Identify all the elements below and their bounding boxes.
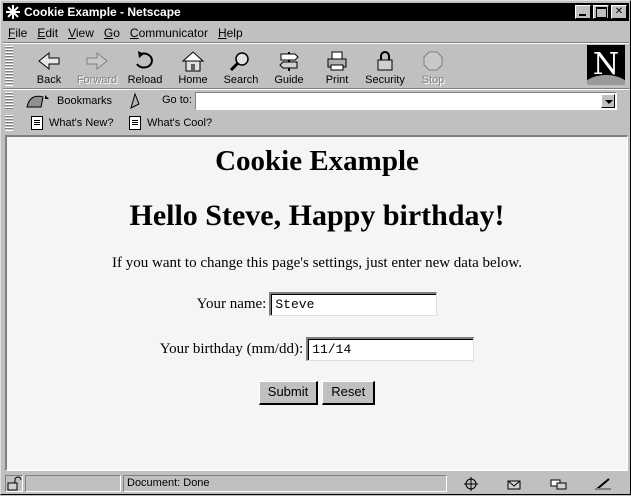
- guide-signpost-icon: [277, 50, 301, 72]
- print-button[interactable]: Print: [313, 46, 361, 86]
- menu-file[interactable]: File: [3, 26, 32, 40]
- reset-button[interactable]: Reset: [322, 381, 376, 405]
- menu-view[interactable]: View: [63, 26, 99, 40]
- search-icon: [229, 50, 253, 72]
- netscape-app-icon[interactable]: [5, 4, 21, 20]
- name-input[interactable]: Steve: [269, 292, 438, 316]
- birthday-label: Your birthday (mm/dd):: [159, 340, 304, 357]
- menu-communicator[interactable]: Communicator: [125, 26, 213, 40]
- unlocked-padlock-icon: [7, 476, 22, 491]
- form-buttons: Submit Reset: [7, 381, 627, 405]
- browser-window: Cookie Example - Netscape ✕ File Edit Vi…: [0, 0, 631, 495]
- toolbar-grip[interactable]: [5, 46, 13, 86]
- location-input[interactable]: [195, 92, 617, 110]
- bookmarks-button[interactable]: Bookmarks: [25, 92, 112, 110]
- reload-button[interactable]: Reload: [121, 46, 169, 86]
- document-icon: [129, 116, 141, 130]
- security-status-cell[interactable]: [5, 475, 23, 492]
- status-text: Document: Done: [123, 475, 447, 492]
- forward-button[interactable]: Forward: [73, 46, 121, 86]
- submit-button[interactable]: Submit: [258, 381, 319, 405]
- toolbar-grip[interactable]: [5, 92, 13, 110]
- navigator-icon[interactable]: [462, 476, 480, 491]
- component-bar: [449, 475, 625, 492]
- netscape-logo[interactable]: N: [587, 45, 625, 85]
- name-row: Your name: Steve: [7, 292, 627, 316]
- menu-bar: File Edit View Go Communicator Help: [3, 23, 629, 42]
- location-dropdown-button[interactable]: [601, 94, 615, 108]
- greeting-heading: Hello Steve, Happy birthday!: [129, 199, 505, 232]
- home-button[interactable]: Home: [169, 46, 217, 86]
- composer-icon[interactable]: [594, 477, 612, 491]
- forward-arrow-icon: [85, 50, 109, 72]
- page-content: Cookie Example Hello Steve, Happy birthd…: [5, 135, 628, 471]
- menu-go[interactable]: Go: [99, 26, 125, 40]
- page-proxy-icon[interactable]: [127, 92, 143, 110]
- menu-edit[interactable]: Edit: [32, 26, 63, 40]
- maximize-button[interactable]: [593, 5, 609, 19]
- back-arrow-icon: [37, 50, 61, 72]
- goto-label: Go to:: [162, 94, 192, 106]
- whats-cool-link[interactable]: What's Cool?: [129, 115, 212, 131]
- personal-toolbar: What's New? What's Cool?: [3, 113, 629, 133]
- bookmarks-icon: [26, 95, 49, 108]
- location-toolbar: Bookmarks Go to:: [3, 90, 629, 112]
- home-icon: [181, 50, 205, 72]
- security-lock-icon: [373, 50, 397, 72]
- toolbar-grip[interactable]: [5, 115, 13, 131]
- security-button[interactable]: Security: [361, 46, 409, 86]
- discussion-groups-icon[interactable]: [550, 477, 568, 491]
- birthday-row: Your birthday (mm/dd): 11/14: [7, 337, 627, 361]
- navigation-toolbar: Back Forward Reload Home Search Guide Pr…: [3, 44, 629, 88]
- instructions-text: If you want to change this page's settin…: [112, 255, 522, 271]
- reload-icon: [133, 50, 157, 72]
- title-bar: Cookie Example - Netscape ✕: [3, 3, 629, 21]
- mail-icon[interactable]: [506, 477, 524, 491]
- whats-new-link[interactable]: What's New?: [31, 115, 113, 131]
- guide-button[interactable]: Guide: [265, 46, 313, 86]
- status-bar: Document: Done: [3, 473, 629, 493]
- stop-icon: [421, 50, 445, 72]
- document-icon: [31, 116, 43, 130]
- minimize-button[interactable]: [575, 5, 591, 19]
- progress-cell: [25, 475, 121, 492]
- menu-help[interactable]: Help: [213, 26, 248, 40]
- search-button[interactable]: Search: [217, 46, 265, 86]
- printer-icon: [325, 50, 349, 72]
- birthday-input[interactable]: 11/14: [306, 337, 475, 361]
- name-label: Your name:: [196, 295, 267, 312]
- stop-button[interactable]: Stop: [409, 46, 457, 86]
- window-title: Cookie Example - Netscape: [24, 5, 181, 19]
- back-button[interactable]: Back: [25, 46, 73, 86]
- close-button[interactable]: ✕: [611, 5, 627, 19]
- page-heading: Cookie Example: [215, 145, 419, 177]
